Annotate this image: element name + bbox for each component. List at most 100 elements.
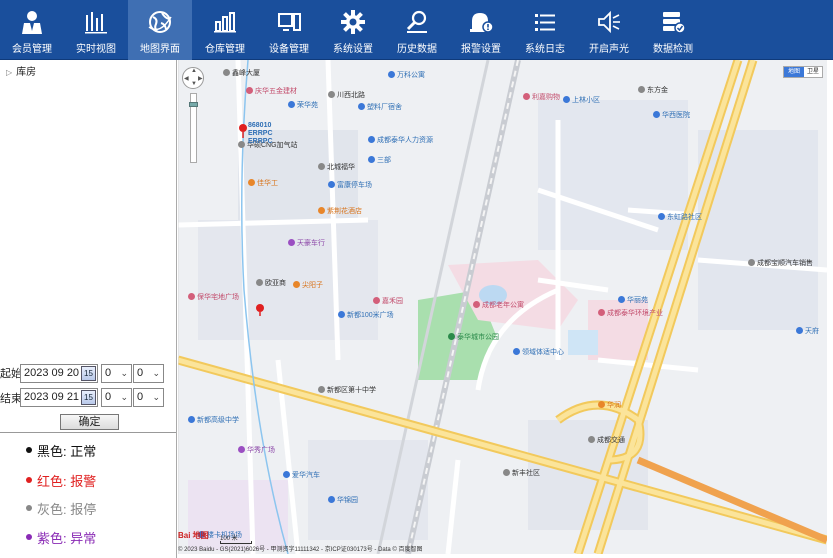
bottom-margin (178, 554, 833, 558)
map-poi[interactable]: 富康停车场 (328, 180, 372, 190)
poi-label: 泰华城市公园 (457, 334, 499, 341)
start-minute-select[interactable]: 0 ⌄ (133, 364, 164, 383)
map-poi[interactable]: 华丽苑 (618, 295, 648, 305)
nav-item-label: 报警设置 (461, 44, 501, 55)
calendar-icon[interactable]: 15 (81, 390, 96, 405)
map-poi[interactable]: 尖阳子 (293, 280, 323, 290)
calendar-icon[interactable]: 15 (81, 366, 96, 381)
map-poi[interactable]: 利嘉购物 (523, 92, 560, 102)
map-poi[interactable]: 欧亚商 (256, 278, 286, 288)
nav-item-warehouse[interactable]: 仓库管理 (193, 0, 257, 60)
map-poi[interactable]: 成都老年公寓 (473, 300, 524, 310)
map-poi[interactable]: 紫荆花酒店 (318, 206, 362, 216)
poi-marker-icon (293, 281, 300, 288)
map-poi[interactable]: 上林小区 (563, 95, 600, 105)
nav-item-label: 仓库管理 (205, 44, 245, 55)
map-poi[interactable]: 成都交通 (588, 435, 625, 445)
poi-label: 成都交通 (597, 437, 625, 444)
end-label: 结束 (0, 393, 22, 405)
nav-item-settings[interactable]: 系统设置 (321, 0, 385, 60)
map-poi[interactable]: 天府 (796, 326, 819, 336)
start-hour-select[interactable]: 0 ⌄ (101, 364, 132, 383)
poi-marker-icon (658, 213, 665, 220)
map-globe-icon (147, 9, 173, 35)
nav-item-map[interactable]: 地图界面 (128, 0, 192, 60)
map-poi[interactable]: 华润 (598, 400, 621, 410)
map-poi[interactable]: 佳华工 (248, 178, 278, 188)
map-poi[interactable]: 新都100米广场 (338, 310, 394, 320)
map-poi[interactable]: 庆华五金建材 (246, 86, 297, 96)
map-poi[interactable]: 北城福华 (318, 162, 355, 172)
map-poi[interactable]: 三部 (368, 155, 391, 165)
map-poi[interactable]: 华锦园 (328, 495, 358, 505)
map-poi[interactable]: 鑫峰大厦 (223, 68, 260, 78)
map-poi[interactable]: 成都泰华人力资源 (368, 135, 433, 145)
end-minute-select[interactable]: 0 ⌄ (133, 388, 164, 407)
nav-item-device[interactable]: 设备管理 (257, 0, 321, 60)
chevron-down-icon: ⌄ (152, 392, 160, 402)
poi-label: 上林小区 (572, 97, 600, 104)
end-date-picker[interactable]: 2023 09 21 15 (20, 388, 98, 407)
end-hour-select[interactable]: 0 ⌄ (101, 388, 132, 407)
confirm-button[interactable]: 确定 (60, 414, 119, 430)
map-type-switch[interactable]: 地图 卫星 (783, 66, 823, 78)
nav-item-history[interactable]: 历史数据 (385, 0, 449, 60)
end-minute-value: 0 (137, 391, 144, 403)
legend-dot-icon (26, 447, 32, 453)
nav-item-label: 开启声光 (589, 44, 629, 55)
poi-marker-icon (368, 156, 375, 163)
poi-label: 三部 (377, 157, 391, 164)
start-date-picker[interactable]: 2023 09 20 15 (20, 364, 98, 383)
poi-label: 紫荆花酒店 (327, 208, 362, 215)
nav-item-realtime[interactable]: 实时视图 (64, 0, 128, 60)
map-poi[interactable]: 天豪车行 (288, 238, 325, 248)
map-poi[interactable]: 华秀广场 (238, 445, 275, 455)
poi-label: 东虹路社区 (667, 214, 702, 221)
map-poi[interactable]: 新丰社区 (503, 468, 540, 478)
end-hour-value: 0 (105, 391, 112, 403)
nav-item-system-log[interactable]: 系统日志 (513, 0, 577, 60)
baidu-logo: Bai 地图 (178, 531, 209, 540)
poi-label: 欧亚商 (265, 280, 286, 287)
nav-item-member[interactable]: 会员管理 (0, 0, 64, 60)
poi-marker-icon (563, 96, 570, 103)
gear-icon (340, 9, 366, 35)
poi-label: 佳华工 (257, 180, 278, 187)
poi-label: 塑料厂宿舍 (367, 104, 402, 111)
warehouse-chart-icon (212, 9, 238, 35)
poi-marker-icon (288, 239, 295, 246)
map-zoom-slider[interactable] (189, 93, 198, 163)
map-poi[interactable]: 成都泰华环境产业 (598, 308, 663, 318)
nav-item-data-check[interactable]: 数据检测 (641, 0, 705, 60)
tree-node-warehouse[interactable]: ▷ 库房 (6, 63, 36, 78)
zoom-handle[interactable] (189, 102, 198, 107)
poi-marker-icon (318, 386, 325, 393)
map-poi[interactable]: 东方金 (638, 85, 668, 95)
map-poi[interactable]: 成都宝顺汽车销售 (748, 258, 813, 268)
poi-marker-icon (238, 141, 245, 148)
map-poi[interactable]: 荣华苑 (288, 100, 318, 110)
map-poi[interactable]: 华西医院 (653, 110, 690, 120)
map-poi[interactable]: 万科公寓 (388, 70, 425, 80)
nav-item-alarm-settings[interactable]: 报警设置 (449, 0, 513, 60)
nav-item-sound-light[interactable]: 开启声光 (577, 0, 641, 60)
map-poi[interactable]: 爱华汽车 (283, 470, 320, 480)
map-poi[interactable]: 保华宅地广场 (188, 292, 239, 302)
poi-label: 万科公寓 (397, 72, 425, 79)
map-pan-control[interactable]: ▲ ▼ ◀ ▶ (182, 67, 204, 89)
map-poi[interactable]: 嘉禾园 (373, 296, 403, 306)
map-poi[interactable]: 川西北路 (328, 90, 365, 100)
start-label: 起始 (0, 368, 22, 380)
map-poi[interactable]: 泰华城市公园 (448, 332, 499, 342)
map-poi[interactable]: 新都区第十中学 (318, 385, 376, 395)
map-type-map-button[interactable]: 地图 (784, 67, 804, 77)
map-view[interactable]: 鑫峰大厦 庆华五金建材 荣华苑 川西北路 万科公寓 塑料厂宿舍 成都泰华人力资源 华硕CNG加… (178, 60, 827, 554)
map-poi[interactable]: 东虹路社区 (658, 212, 702, 222)
tree-expand-arrow-icon[interactable]: ▷ (6, 68, 12, 77)
map-poi[interactable]: 新都高级中学 (188, 415, 239, 425)
poi-marker-icon (513, 348, 520, 355)
map-poi[interactable]: 领域体适中心 (513, 347, 564, 357)
map-type-satellite-button[interactable]: 卫星 (804, 67, 822, 77)
map-poi[interactable]: 塑料厂宿舍 (358, 102, 402, 112)
top-navigation-bar: 会员管理 实时视图 地图界面 仓库管理 设备管理 系统设置 历史数据 报警设置 系统日志 开启声光… (0, 0, 833, 60)
